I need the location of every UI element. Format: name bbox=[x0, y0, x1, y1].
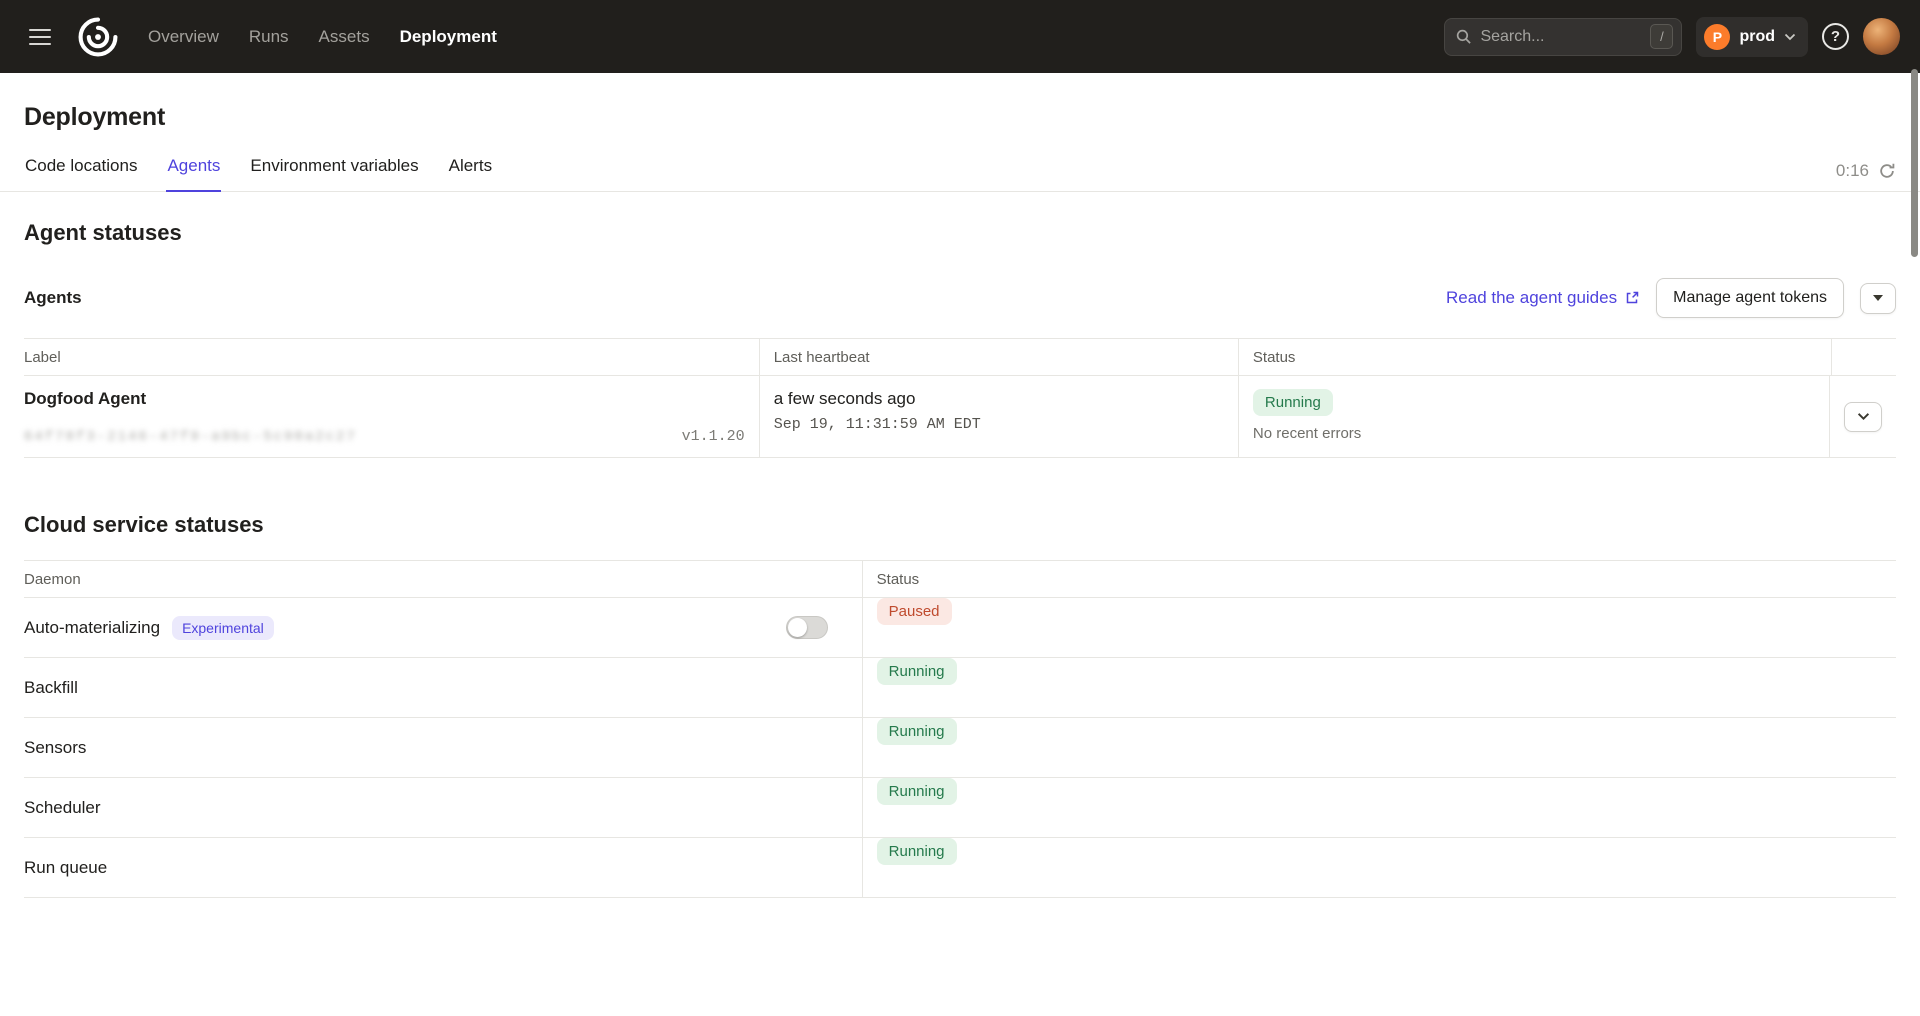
agents-toolbar: Agents Read the agent guides Manage agen… bbox=[24, 278, 1896, 318]
agent-version: v1.1.20 bbox=[682, 428, 745, 445]
daemon-name: Sensors bbox=[24, 738, 86, 758]
agent-status-badge: Running bbox=[1253, 389, 1333, 416]
agents-table: Label Last heartbeat Status Dogfood Agen… bbox=[24, 338, 1896, 458]
daemon-status-badge: Running bbox=[877, 778, 957, 805]
daemon-cell: Run queue bbox=[24, 838, 863, 897]
agents-subheading: Agents bbox=[24, 288, 82, 308]
agent-label-cell: Dogfood Agent 64f78f3-2146-47f9-a9bc-5c9… bbox=[24, 376, 760, 457]
top-navbar: Overview Runs Assets Deployment / P prod… bbox=[0, 0, 1920, 73]
daemon-row-scheduler: Scheduler Running bbox=[24, 778, 1896, 838]
cloud-table-header: Daemon Status bbox=[24, 560, 1896, 598]
deployment-switcher[interactable]: P prod bbox=[1696, 17, 1808, 57]
agent-label-bottom: 64f78f3-2146-47f9-a9bc-5c90a2c27b76 v1.1… bbox=[24, 428, 745, 445]
refresh-timer: 0:16 bbox=[1836, 161, 1869, 181]
cloud-service-statuses-heading: Cloud service statuses bbox=[24, 512, 1896, 538]
chevron-down-icon bbox=[1857, 412, 1870, 421]
column-header-actions bbox=[1832, 339, 1896, 375]
daemon-status-cell: Running bbox=[863, 658, 1896, 717]
main-content: Deployment Code locations Agents Environ… bbox=[0, 103, 1920, 898]
daemon-cell: Scheduler bbox=[24, 778, 863, 837]
nav-item-runs[interactable]: Runs bbox=[249, 27, 289, 47]
agent-status-cell: Running No recent errors bbox=[1239, 376, 1830, 457]
daemon-cell: Sensors bbox=[24, 718, 863, 777]
help-button[interactable]: ? bbox=[1822, 23, 1849, 50]
daemon-name: Auto-materializing bbox=[24, 618, 160, 638]
tab-alerts[interactable]: Alerts bbox=[448, 156, 493, 192]
daemon-row-backfill: Backfill Running bbox=[24, 658, 1896, 718]
agent-table-row: Dogfood Agent 64f78f3-2146-47f9-a9bc-5c9… bbox=[24, 376, 1896, 458]
agent-heartbeat-cell: a few seconds ago Sep 19, 11:31:59 AM ED… bbox=[760, 376, 1239, 457]
refresh-icon[interactable] bbox=[1878, 162, 1896, 180]
daemon-status-cell: Running bbox=[863, 718, 1896, 777]
daemon-cell: Backfill bbox=[24, 658, 863, 717]
agent-heartbeat-relative: a few seconds ago bbox=[774, 389, 1224, 409]
user-avatar[interactable] bbox=[1863, 18, 1900, 55]
manage-agent-tokens-button[interactable]: Manage agent tokens bbox=[1656, 278, 1844, 318]
agent-errors-text: No recent errors bbox=[1253, 425, 1815, 442]
agent-heartbeat-timestamp: Sep 19, 11:31:59 AM EDT bbox=[774, 416, 1224, 433]
agent-guides-link-label: Read the agent guides bbox=[1446, 288, 1617, 308]
daemon-status-cell: Paused bbox=[863, 598, 1896, 657]
daemon-cell: Auto-materializing Experimental bbox=[24, 598, 863, 657]
help-icon: ? bbox=[1822, 23, 1849, 50]
search-shortcut-key: / bbox=[1650, 24, 1673, 49]
agent-actions-cell bbox=[1830, 376, 1896, 457]
tab-agents[interactable]: Agents bbox=[166, 156, 221, 192]
refresh-control: 0:16 bbox=[1836, 161, 1896, 181]
daemon-row-auto-materializing: Auto-materializing Experimental Paused bbox=[24, 598, 1896, 658]
daemon-row-sensors: Sensors Running bbox=[24, 718, 1896, 778]
daemon-status-badge: Running bbox=[877, 838, 957, 865]
deployment-tabs: Code locations Agents Environment variab… bbox=[24, 156, 493, 192]
caret-down-icon bbox=[1873, 295, 1883, 301]
tab-code-locations[interactable]: Code locations bbox=[24, 156, 138, 192]
agent-id-redacted: 64f78f3-2146-47f9-a9bc-5c90a2c27b76 bbox=[24, 429, 354, 445]
hamburger-menu-button[interactable] bbox=[20, 17, 60, 57]
search-input[interactable] bbox=[1480, 28, 1642, 46]
dagster-logo-icon bbox=[76, 15, 120, 59]
daemon-status-badge: Running bbox=[877, 658, 957, 685]
column-header-heartbeat: Last heartbeat bbox=[760, 339, 1239, 375]
agent-expand-button[interactable] bbox=[1844, 402, 1882, 432]
app-screen: Overview Runs Assets Deployment / P prod… bbox=[0, 0, 1920, 1016]
tabs-row: Code locations Agents Environment variab… bbox=[24, 156, 1896, 191]
daemon-status-badge: Running bbox=[877, 718, 957, 745]
dagster-logo[interactable] bbox=[74, 13, 122, 61]
chevron-down-icon bbox=[1784, 33, 1796, 41]
agent-name: Dogfood Agent bbox=[24, 389, 745, 409]
cloud-services-table: Daemon Status Auto-materializing Experim… bbox=[24, 560, 1896, 898]
deployment-switcher-label: prod bbox=[1739, 28, 1775, 46]
auto-materializing-toggle[interactable] bbox=[786, 616, 828, 639]
external-link-icon bbox=[1624, 290, 1640, 306]
tab-environment-variables[interactable]: Environment variables bbox=[249, 156, 419, 192]
hamburger-icon bbox=[29, 29, 51, 31]
nav-item-deployment[interactable]: Deployment bbox=[400, 27, 497, 47]
daemon-status-cell: Running bbox=[863, 778, 1896, 837]
experimental-badge: Experimental bbox=[172, 616, 274, 640]
daemon-row-run-queue: Run queue Running bbox=[24, 838, 1896, 898]
agents-table-header: Label Last heartbeat Status bbox=[24, 338, 1896, 376]
search-icon bbox=[1455, 28, 1472, 45]
main-nav: Overview Runs Assets Deployment bbox=[148, 27, 497, 47]
daemon-name: Run queue bbox=[24, 858, 107, 878]
column-header-label: Label bbox=[24, 339, 760, 375]
agents-more-actions-button[interactable] bbox=[1860, 283, 1896, 314]
column-header-daemon-status: Status bbox=[863, 561, 1896, 597]
agents-actions: Read the agent guides Manage agent token… bbox=[1446, 278, 1896, 318]
daemon-status-cell: Running bbox=[863, 838, 1896, 897]
toggle-knob bbox=[788, 618, 807, 637]
daemon-inner: Auto-materializing Experimental bbox=[24, 616, 848, 640]
nav-item-assets[interactable]: Assets bbox=[319, 27, 370, 47]
agent-guides-link[interactable]: Read the agent guides bbox=[1446, 288, 1640, 308]
column-header-daemon: Daemon bbox=[24, 561, 863, 597]
global-search: / bbox=[1444, 18, 1682, 56]
column-header-status: Status bbox=[1239, 339, 1832, 375]
daemon-name: Backfill bbox=[24, 678, 78, 698]
vertical-scrollbar[interactable] bbox=[1911, 69, 1918, 257]
daemon-status-badge: Paused bbox=[877, 598, 952, 625]
daemon-name: Scheduler bbox=[24, 798, 101, 818]
page-title: Deployment bbox=[24, 103, 1896, 132]
nav-item-overview[interactable]: Overview bbox=[148, 27, 219, 47]
deployment-avatar: P bbox=[1704, 24, 1730, 50]
agent-statuses-heading: Agent statuses bbox=[24, 220, 1896, 246]
